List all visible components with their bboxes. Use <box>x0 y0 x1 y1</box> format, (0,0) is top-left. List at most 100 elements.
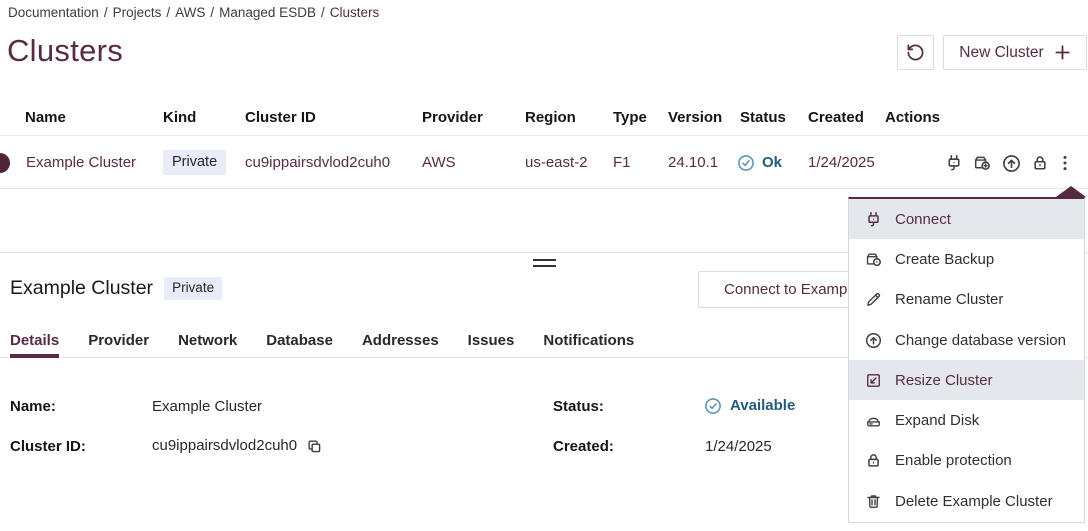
page-title: Clusters <box>7 33 123 69</box>
menu-item-connect[interactable]: Connect <box>849 199 1084 239</box>
menu-item-label: Connect <box>895 211 951 228</box>
connect-action-button[interactable] <box>943 152 965 174</box>
panel-title: Example Cluster <box>10 277 153 300</box>
protection-action-button[interactable] <box>1029 152 1051 174</box>
column-header-provider: Provider <box>422 100 483 136</box>
cell-region: us-east-2 <box>525 136 588 189</box>
name-field-label: Name: <box>10 397 56 417</box>
created-field-label: Created: <box>553 437 614 457</box>
pencil-icon <box>865 291 882 308</box>
menu-item-label: Rename Cluster <box>895 291 1003 308</box>
lock-icon <box>1031 154 1049 172</box>
created-field-value: 1/24/2025 <box>705 437 772 457</box>
refresh-button[interactable] <box>897 35 934 70</box>
breadcrumb-separator: / <box>104 5 108 20</box>
kebab-menu-icon <box>1056 154 1074 172</box>
column-header-region: Region <box>525 100 576 136</box>
menu-item-label: Change database version <box>895 332 1066 349</box>
column-header-kind: Kind <box>163 100 196 136</box>
status-field-label: Status: <box>553 397 604 417</box>
breadcrumb-managed-esdb[interactable]: Managed ESDB <box>219 5 316 20</box>
new-cluster-label: New Cluster <box>959 44 1043 62</box>
check-circle-icon <box>704 397 722 415</box>
cluster-id-text: cu9ippairsdvlod2cuh0 <box>152 436 297 456</box>
private-badge: Private <box>164 277 222 299</box>
column-header-name: Name <box>25 100 66 136</box>
arrow-up-circle-icon <box>865 332 882 349</box>
breadcrumb-clusters: Clusters <box>330 5 380 20</box>
menu-item-enable-protection[interactable]: Enable protection <box>849 441 1084 481</box>
disk-icon <box>865 412 882 429</box>
available-status-text: Available <box>730 396 795 416</box>
menu-item-change-database-version[interactable]: Change database version <box>849 320 1084 360</box>
column-header-type: Type <box>613 100 647 136</box>
breadcrumb-separator: / <box>166 5 170 20</box>
column-header-actions: Actions <box>885 100 940 136</box>
plus-icon <box>1054 44 1071 61</box>
create-backup-action-button[interactable] <box>971 152 993 174</box>
tab-provider[interactable]: Provider <box>88 327 149 358</box>
status-text: Ok <box>762 136 782 189</box>
breadcrumb-aws[interactable]: AWS <box>175 5 205 20</box>
copy-icon[interactable] <box>306 438 323 455</box>
table-row[interactable]: Example Cluster Private cu9ippairsdvlod2… <box>0 136 1088 189</box>
cell-created: 1/24/2025 <box>808 136 875 189</box>
panel-drag-handle[interactable] <box>533 259 556 269</box>
menu-item-label: Expand Disk <box>895 412 979 429</box>
cell-provider: AWS <box>422 136 456 189</box>
column-header-cluster-id: Cluster ID <box>245 100 316 136</box>
resize-icon <box>865 372 882 389</box>
menu-item-delete-cluster[interactable]: Delete Example Cluster <box>849 481 1084 521</box>
tab-database[interactable]: Database <box>266 327 333 358</box>
cluster-id-field-label: Cluster ID: <box>10 437 86 457</box>
menu-item-rename-cluster[interactable]: Rename Cluster <box>849 280 1084 320</box>
menu-item-expand-disk[interactable]: Expand Disk <box>849 400 1084 440</box>
cluster-marker-icon <box>0 153 10 173</box>
table-header: Name Kind Cluster ID Provider Region Typ… <box>0 100 1088 136</box>
breadcrumb-projects[interactable]: Projects <box>113 5 162 20</box>
menu-item-label: Delete Example Cluster <box>895 493 1053 510</box>
kind-badge: Private <box>163 150 226 175</box>
new-cluster-button[interactable]: New Cluster <box>943 35 1087 70</box>
menu-item-resize-cluster[interactable]: Resize Cluster <box>849 360 1084 400</box>
cell-version: 24.10.1 <box>668 136 718 189</box>
change-version-action-button[interactable] <box>1000 152 1022 174</box>
tab-notifications[interactable]: Notifications <box>543 327 634 358</box>
backup-icon <box>865 251 882 268</box>
column-header-status: Status <box>740 100 786 136</box>
menu-item-label: Create Backup <box>895 251 994 268</box>
tab-issues[interactable]: Issues <box>468 327 515 358</box>
column-header-version: Version <box>668 100 722 136</box>
clusters-page: Documentation / Projects / AWS / Managed ESDB /… <box>0 0 1088 531</box>
check-circle-icon <box>737 154 755 172</box>
tab-details[interactable]: Details <box>10 327 59 358</box>
name-field-value: Example Cluster <box>152 397 262 417</box>
trash-icon <box>865 493 882 510</box>
rotate-ccw-icon <box>906 43 925 62</box>
breadcrumb-separator: / <box>210 5 214 20</box>
cell-kind: Private <box>163 150 226 175</box>
panel-heading: Example Cluster Private <box>10 277 222 300</box>
menu-item-create-backup[interactable]: Create Backup <box>849 239 1084 279</box>
cell-type: F1 <box>613 136 631 189</box>
menu-caret <box>1056 186 1086 197</box>
tab-network[interactable]: Network <box>178 327 237 358</box>
backup-icon <box>973 154 991 172</box>
plug-icon <box>865 211 882 228</box>
tab-addresses[interactable]: Addresses <box>362 327 439 358</box>
cell-status: Ok <box>737 136 782 189</box>
breadcrumb: Documentation / Projects / AWS / Managed ESDB /… <box>8 5 379 20</box>
cell-name: Example Cluster <box>26 136 136 189</box>
lock-icon <box>865 452 882 469</box>
breadcrumb-documentation[interactable]: Documentation <box>8 5 99 20</box>
actions-dropdown-menu: Connect Create Backup Rename Cluster <box>848 197 1085 523</box>
column-header-created: Created <box>808 100 864 136</box>
arrow-up-circle-icon <box>1002 154 1021 173</box>
status-field-value: Available <box>704 396 795 416</box>
cell-cluster-id: cu9ippairsdvlod2cuh0 <box>245 136 390 189</box>
breadcrumb-separator: / <box>321 5 325 20</box>
cluster-id-field-value: cu9ippairsdvlod2cuh0 <box>152 436 323 456</box>
menu-item-label: Resize Cluster <box>895 372 993 389</box>
menu-item-label: Enable protection <box>895 452 1012 469</box>
row-kebab-menu-button[interactable] <box>1054 152 1076 174</box>
